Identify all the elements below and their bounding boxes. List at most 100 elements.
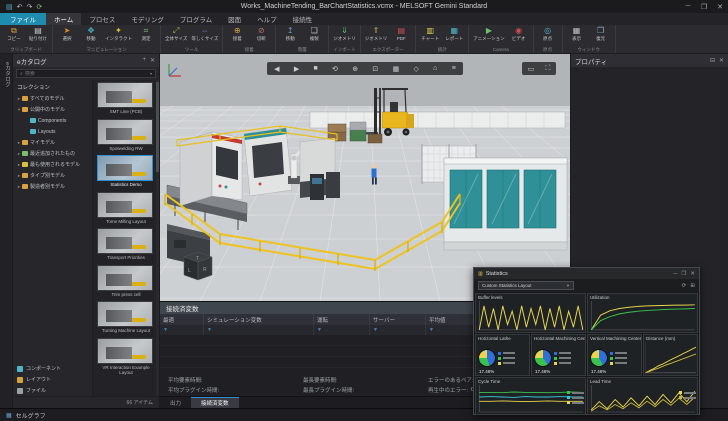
viewport-tool-icon[interactable]: ⊡: [372, 65, 378, 73]
ribbon-button[interactable]: ▦ レポート: [442, 26, 466, 46]
viewport-3d-scene[interactable]: T L R: [160, 54, 570, 301]
close-icon[interactable]: ✕: [719, 57, 724, 64]
search-box[interactable]: ⌕ ▾: [16, 69, 156, 78]
tree-item[interactable]: ▸ マイモデル: [13, 137, 92, 148]
quick-access-toolbar[interactable]: ▤ ↶ ↷ ⟳: [0, 3, 48, 11]
column-header[interactable]: 運転: [314, 314, 370, 325]
ribbon-button[interactable]: ⤢ 全体サイズ: [163, 26, 189, 46]
filter-funnel-icon[interactable]: ▼: [373, 327, 378, 333]
minimize-button[interactable]: ─: [680, 3, 696, 11]
ribbon-tab-プロセス[interactable]: プロセス: [81, 13, 123, 25]
ribbon-button[interactable]: ✥ 移動: [79, 26, 103, 46]
ribbon-button[interactable]: ⇔ 等しくサイズ: [189, 26, 220, 46]
ribbon-button[interactable]: ▥ チャート: [418, 26, 442, 46]
pie-vertical-machining-center[interactable]: Vertical Machining Center 17.46%: [587, 334, 642, 376]
catalog-filter-ファイル[interactable]: ファイル: [13, 385, 92, 396]
statistics-tool-icon[interactable]: ⊞: [690, 283, 695, 289]
viewport-tool-icon[interactable]: ⛶: [545, 65, 550, 73]
column-header[interactable]: 最適: [160, 314, 204, 325]
tree-item[interactable]: Components: [13, 115, 92, 126]
statistics-titlebar[interactable]: ▥ Statistics ─ ❐ ✕: [474, 268, 699, 279]
catalog-item[interactable]: Statistics Demo: [97, 155, 155, 190]
search-input[interactable]: [24, 70, 148, 77]
viewport-tool-icon[interactable]: ■: [314, 65, 318, 72]
refresh-icon[interactable]: ⟳: [36, 3, 42, 11]
close-button[interactable]: ✕: [712, 3, 728, 11]
statistics-tool-icons[interactable]: ⟳ ⊞: [682, 283, 695, 289]
ribbon-tab-接続性[interactable]: 接続性: [285, 13, 321, 25]
ribbon-button[interactable]: ❏ 複製: [302, 26, 326, 46]
ribbon-tab-図面[interactable]: 図面: [220, 13, 249, 25]
panel-tab-出力[interactable]: 出力: [160, 397, 191, 408]
viewport-tool-icon[interactable]: ◇: [413, 65, 418, 73]
chart-cycle-time[interactable]: Cycle Time: [475, 377, 586, 415]
chart-distance[interactable]: Distance (mm): [643, 334, 698, 376]
catalog-item[interactable]: Tome Milling Layout: [97, 191, 155, 227]
catalog-item[interactable]: Spotwelding RW: [97, 118, 155, 154]
filter-funnel-icon[interactable]: ▼: [429, 327, 434, 333]
ribbon-tab-ヘルプ[interactable]: ヘルプ: [249, 13, 285, 25]
left-panel-strip[interactable]: eカタログ: [0, 54, 13, 408]
collections-header[interactable]: コレクション: [13, 80, 92, 93]
column-header[interactable]: シミュレーション変数: [204, 314, 314, 325]
viewport-tool-icon[interactable]: ▭: [528, 65, 535, 73]
ribbon-button[interactable]: ✦ インタラクト: [103, 26, 134, 46]
ribbon-button[interactable]: ▤ PDF: [389, 26, 413, 46]
pie-horizontal-lathe[interactable]: Horizontal Lathe 17.46%: [475, 334, 530, 376]
cnc-machine-left[interactable]: [179, 131, 243, 207]
ribbon-button[interactable]: ▤ 貼り付け: [26, 26, 50, 46]
catalog-item[interactable]: VR Interaction Example Layout: [97, 337, 155, 378]
viewport-tool-icon[interactable]: ⊕: [352, 65, 358, 73]
catalog-item[interactable]: Trim press cell: [97, 264, 155, 300]
viewport-3d[interactable]: T L R ◀ ▶ ■ ⟲ ⊕ ⊡ ▦ ◇ ⌂ ≡ ▭ ⛶: [160, 54, 570, 301]
catalog-filter-コンポーネント[interactable]: コンポーネント: [13, 363, 92, 374]
catalog-item[interactable]: SMT Line (PCB): [97, 82, 155, 117]
tree-item[interactable]: ▸ すべてのモデル: [13, 93, 92, 104]
ribbon-tab-ホーム[interactable]: ホーム: [46, 13, 82, 25]
tree-item[interactable]: ▸ 最近追加されたもの: [13, 148, 92, 159]
save-icon[interactable]: ▤: [6, 3, 13, 11]
viewport-tool-icon[interactable]: ◀: [274, 65, 279, 73]
ribbon-tab-プログラム[interactable]: プログラム: [172, 13, 220, 25]
tree-item[interactable]: ▾ 公開中のモデル: [13, 104, 92, 115]
viewport-tool-icon[interactable]: ≡: [452, 65, 456, 72]
pie-horizontal-machining-center[interactable]: Horizontal Machining Center17.46%: [531, 334, 586, 376]
column-filter[interactable]: ▼: [204, 325, 314, 335]
ribbon-button[interactable]: ⊕ 接着: [225, 26, 249, 46]
column-header[interactable]: サーバー: [370, 314, 426, 325]
ribbon-button[interactable]: ⇓ ジオメトリ: [331, 26, 358, 46]
ribbon-button[interactable]: ▦ 表示: [565, 26, 589, 46]
layout-selector-dropdown[interactable]: Custom Statistics Layout ▼: [478, 281, 574, 290]
chart-utilization[interactable]: Utilization: [587, 293, 698, 333]
ribbon-button[interactable]: ⌗ 測定: [134, 26, 158, 46]
filter-funnel-icon[interactable]: ▼: [207, 327, 212, 333]
column-filter[interactable]: ▼: [160, 325, 204, 335]
panel-tab-接続済変数[interactable]: 接続済変数: [191, 397, 239, 408]
chart-lead-time[interactable]: Lead Time: [587, 377, 698, 415]
ribbon-button[interactable]: ❐ 復元: [589, 26, 613, 46]
catalog-filter-レイアウト[interactable]: レイアウト: [13, 374, 92, 385]
ribbon-button[interactable]: ⇑ ジオメトリ: [363, 26, 390, 46]
ribbon-button[interactable]: ▶ アニメーション: [471, 26, 506, 46]
minimize-icon[interactable]: ─: [674, 271, 678, 277]
teal-wall-building[interactable]: [443, 157, 568, 251]
viewport-tool-icon[interactable]: ⟲: [332, 65, 338, 73]
statistics-window-controls[interactable]: ─ ❐ ✕: [674, 271, 695, 277]
ribbon-button[interactable]: ◎ 原点: [536, 26, 560, 46]
maximize-button[interactable]: ❐: [696, 3, 712, 11]
tree-item[interactable]: Layouts: [13, 126, 92, 137]
ribbon-button[interactable]: ↥ 移動: [278, 26, 302, 46]
machine-right-cabinets[interactable]: [299, 137, 340, 200]
column-header[interactable]: 平均値: [426, 314, 476, 325]
redo-icon[interactable]: ↷: [27, 3, 33, 11]
file-tab[interactable]: ファイル: [0, 13, 46, 25]
statistics-tool-icon[interactable]: ⟳: [682, 283, 687, 289]
pin-icon[interactable]: ⊟: [710, 57, 715, 64]
viewport-tool-icon[interactable]: ▦: [393, 65, 400, 73]
filter-funnel-icon[interactable]: ▼: [163, 327, 168, 333]
ribbon-tab-モデリング[interactable]: モデリング: [123, 13, 172, 25]
ribbon-button[interactable]: ◉ ビデオ: [507, 26, 531, 46]
viewport-tool-icon[interactable]: ▶: [294, 65, 299, 73]
window-controls[interactable]: ─ ❐ ✕: [680, 3, 728, 11]
ecatalog-header-icons[interactable]: + ✕: [142, 57, 155, 64]
